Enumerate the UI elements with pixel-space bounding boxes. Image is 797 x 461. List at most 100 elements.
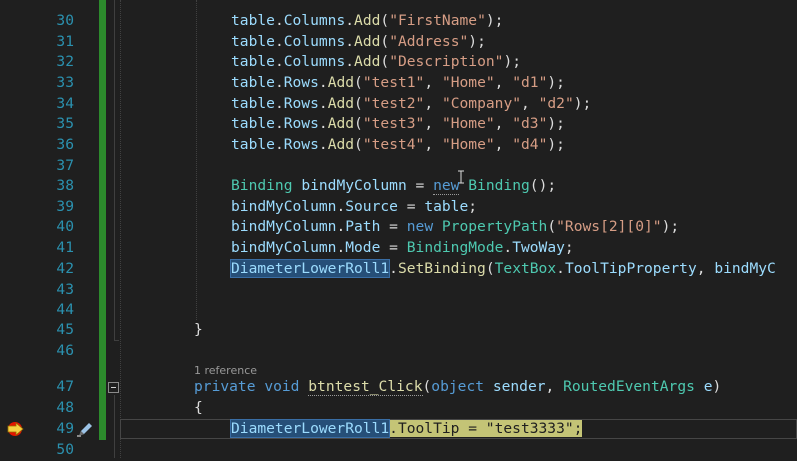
code-token: Mode: [345, 239, 381, 256]
line-number: 48: [56, 399, 74, 416]
code-token: PropertyPath: [441, 218, 548, 235]
line-number: 41: [56, 239, 74, 256]
code-token: );: [547, 136, 565, 153]
indicator-margin[interactable]: [0, 0, 30, 458]
code-token: .: [345, 12, 355, 29]
line-number: 46: [56, 342, 74, 359]
code-token: ,: [424, 95, 442, 112]
code-token: Binding: [468, 177, 530, 194]
code-token: );: [485, 12, 504, 29]
code-token: ,: [424, 115, 442, 132]
collapse-method-icon[interactable]: [108, 382, 119, 393]
line-number: 37: [56, 157, 74, 174]
code-token: ;: [564, 239, 574, 256]
code-token: Add: [327, 74, 355, 91]
code-token: .: [556, 260, 565, 277]
code-token: object: [431, 378, 485, 395]
code-token: "Home": [441, 136, 495, 153]
code-token: );: [573, 95, 592, 112]
code-token: ,: [494, 115, 513, 132]
code-token: .: [318, 74, 328, 91]
code-token: "Address": [389, 33, 469, 50]
code-token: );: [468, 33, 486, 50]
line-number: 45: [56, 321, 74, 338]
code-token: "Description": [389, 53, 504, 70]
code-token: table: [231, 136, 275, 153]
code-token: ,: [521, 95, 539, 112]
code-token: .: [503, 239, 513, 256]
line-number: 47: [56, 378, 74, 395]
code-token: "d3": [512, 115, 548, 132]
code-line[interactable]: table.Rows.Add("test2", "Company", "d2")…: [231, 94, 591, 115]
code-token: (: [380, 33, 390, 50]
code-line[interactable]: bindMyColumn.Mode = BindingMode.TwoWay;: [231, 238, 574, 259]
code-token: Rows: [283, 95, 319, 112]
code-token: Add: [327, 115, 355, 132]
code-token: table: [231, 33, 275, 50]
code-line[interactable]: table.Rows.Add("test3", "Home", "d3");: [231, 114, 565, 135]
code-token: SetBinding: [397, 260, 486, 277]
code-token: ,: [424, 74, 442, 91]
code-token: DiameterLowerRoll1: [229, 259, 391, 278]
code-token: bindMyColumn: [301, 177, 407, 194]
breakpoint-current-statement-icon[interactable]: [6, 421, 24, 437]
code-line[interactable]: table.Columns.Add("Description");: [231, 52, 521, 73]
code-token: (: [354, 136, 363, 153]
line-number: 39: [56, 198, 74, 215]
line-number: 36: [56, 136, 74, 153]
code-line[interactable]: table.Rows.Add("test1", "Home", "d1");: [231, 73, 565, 94]
code-token: (: [354, 95, 363, 112]
code-line[interactable]: bindMyColumn.Source = table;: [231, 197, 477, 218]
code-token: bindMyC: [714, 260, 776, 277]
code-token: "Home": [441, 115, 495, 132]
code-line[interactable]: DiameterLowerRoll1.SetBinding(TextBox.To…: [229, 259, 776, 280]
code-token: "test1": [362, 74, 425, 91]
code-line[interactable]: Binding bindMyColumn = new Binding();: [231, 176, 556, 197]
code-token: Columns: [283, 53, 346, 70]
code-token: "Home": [441, 74, 495, 91]
code-line[interactable]: {: [194, 398, 203, 419]
code-line[interactable]: table.Columns.Add("Address");: [231, 32, 486, 53]
code-token: .: [389, 260, 398, 277]
code-token: void: [264, 378, 300, 395]
code-token: new: [406, 218, 434, 235]
code-token: .: [345, 53, 355, 70]
code-token: "d4": [512, 136, 548, 153]
quick-actions-pencil-icon[interactable]: [76, 419, 94, 439]
code-line[interactable]: bindMyColumn.Path = new PropertyPath("Ro…: [231, 217, 679, 238]
code-token: "Rows[2][0]": [556, 218, 662, 235]
code-line[interactable]: DiameterLowerRoll1.ToolTip = "test3333";: [229, 419, 583, 440]
code-editor[interactable]: 30 table.Columns.Add("FirstName"); 31 table…: [0, 0, 797, 458]
code-token: RoutedEventArgs: [563, 378, 695, 395]
code-line[interactable]: table.Rows.Add("test4", "Home", "d4");: [231, 135, 565, 156]
code-token: "FirstName": [389, 12, 486, 29]
code-token: Add: [354, 53, 381, 70]
code-token: table: [231, 115, 275, 132]
code-token: .: [274, 33, 284, 50]
code-token: "d1": [512, 74, 548, 91]
code-token: table: [231, 53, 275, 70]
code-token: .: [274, 136, 284, 153]
code-token: table: [424, 198, 469, 215]
code-token: Path: [345, 218, 381, 235]
code-line[interactable]: table.Columns.Add("FirstName");: [231, 11, 503, 32]
line-number: 35: [56, 115, 74, 132]
code-token: Add: [354, 33, 381, 50]
code-token: .: [336, 239, 346, 256]
code-token: Rows: [283, 115, 319, 132]
codelens-references[interactable]: 1 reference: [194, 361, 257, 382]
code-token: ,: [494, 74, 513, 91]
code-token: .: [318, 95, 328, 112]
code-token: (: [354, 115, 363, 132]
code-token: (: [547, 218, 557, 235]
code-token: Rows: [283, 136, 319, 153]
code-token: =: [380, 239, 407, 256]
code-line[interactable]: private void btntest_Click(object sender…: [194, 377, 721, 398]
code-token: .ToolTip = "test3333";: [389, 420, 583, 437]
code-token: table: [231, 95, 275, 112]
code-line[interactable]: }: [194, 320, 203, 341]
